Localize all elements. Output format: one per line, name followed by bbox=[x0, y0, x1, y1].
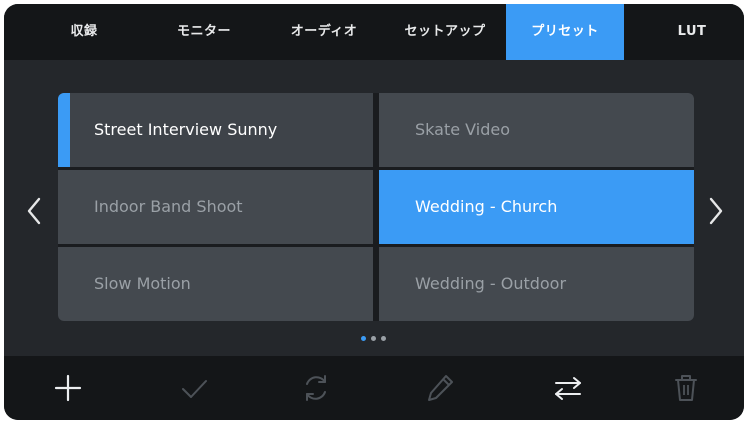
page-dot-1[interactable] bbox=[361, 336, 366, 341]
plus-icon[interactable] bbox=[50, 370, 86, 406]
tab-bar: 収録 モニター オーディオ セットアップ プリセット LUT bbox=[4, 4, 744, 60]
next-page-arrow-icon[interactable] bbox=[704, 194, 726, 228]
check-icon[interactable] bbox=[176, 370, 212, 406]
previous-page-arrow-icon[interactable] bbox=[24, 194, 46, 228]
tab-lut[interactable]: LUT bbox=[652, 4, 732, 60]
preset-item-street-interview-sunny[interactable]: Street Interview Sunny bbox=[58, 93, 373, 167]
preset-label: Street Interview Sunny bbox=[94, 120, 278, 139]
tab-monitor[interactable]: モニター bbox=[154, 4, 254, 60]
preset-label: Wedding - Outdoor bbox=[415, 274, 567, 293]
tab-setup[interactable]: セットアップ bbox=[386, 4, 504, 60]
preset-item-wedding-outdoor[interactable]: Wedding - Outdoor bbox=[379, 247, 694, 321]
page-dot-2[interactable] bbox=[371, 336, 376, 341]
current-preset-marker bbox=[58, 93, 70, 167]
pencil-icon[interactable] bbox=[422, 370, 458, 406]
tab-record[interactable]: 収録 bbox=[44, 4, 124, 60]
preset-label: Indoor Band Shoot bbox=[94, 197, 243, 216]
refresh-icon[interactable] bbox=[298, 370, 334, 406]
tab-presets[interactable]: プリセット bbox=[506, 4, 624, 60]
preset-item-slow-motion[interactable]: Slow Motion bbox=[58, 247, 373, 321]
page-indicator bbox=[4, 336, 744, 344]
tab-audio[interactable]: オーディオ bbox=[272, 4, 376, 60]
preset-label: Skate Video bbox=[415, 120, 510, 139]
preset-grid: Street Interview Sunny Skate Video Indoo… bbox=[58, 93, 694, 321]
preset-item-skate-video[interactable]: Skate Video bbox=[379, 93, 694, 167]
camera-screen: 収録 モニター オーディオ セットアップ プリセット LUT Street In… bbox=[4, 4, 744, 420]
preset-item-wedding-church[interactable]: Wedding - Church bbox=[379, 170, 694, 244]
preset-label: Wedding - Church bbox=[415, 197, 558, 216]
page-dot-3[interactable] bbox=[381, 336, 386, 341]
trash-icon[interactable] bbox=[668, 370, 704, 406]
swap-icon[interactable] bbox=[550, 370, 586, 406]
preset-item-indoor-band-shoot[interactable]: Indoor Band Shoot bbox=[58, 170, 373, 244]
preset-label: Slow Motion bbox=[94, 274, 191, 293]
preset-toolbar bbox=[4, 356, 744, 420]
